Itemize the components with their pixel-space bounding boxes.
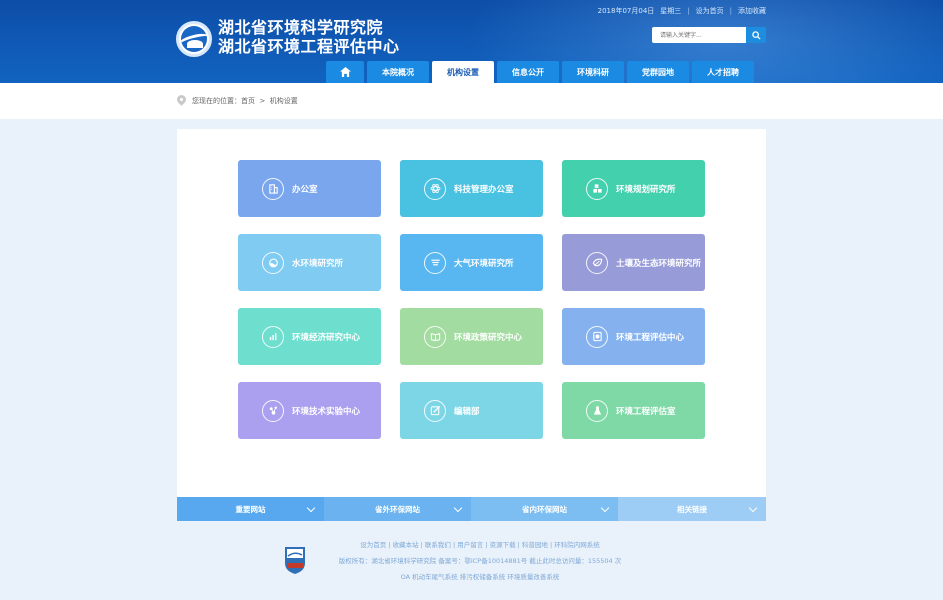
water-icon bbox=[262, 251, 284, 274]
site-title-line2: 湖北省环境工程评估中心 bbox=[218, 37, 400, 56]
flask-icon bbox=[586, 399, 608, 422]
top-utility-bar: 2018年07月04日 星期三 | 设为首页 | 添加收藏 bbox=[597, 6, 766, 16]
card-label: 编辑部 bbox=[454, 406, 480, 417]
breadcrumb-prefix: 您现在的位置： bbox=[192, 96, 241, 105]
card-tech-management[interactable]: 科技管理办公室 bbox=[400, 160, 543, 217]
leaf-icon bbox=[586, 251, 608, 274]
blocks-icon bbox=[586, 177, 608, 200]
footer-systems[interactable]: OA 机动车尾气系统 排污权储备系统 环境质量改善系统 bbox=[320, 569, 640, 585]
chevron-down-icon bbox=[453, 503, 463, 513]
main-nav: 本院概况 机构设置 信息公开 环境科研 党群园地 人才招聘 bbox=[326, 61, 754, 83]
current-date: 2018年07月04日 bbox=[597, 7, 655, 15]
nav-party[interactable]: 党群园地 bbox=[627, 61, 689, 83]
card-economics[interactable]: 环境经济研究中心 bbox=[238, 308, 381, 365]
nav-organization[interactable]: 机构设置 bbox=[432, 61, 494, 83]
site-title-line1: 湖北省环境科学研究院 bbox=[218, 18, 384, 37]
dropdown-label: 省内环保网站 bbox=[522, 504, 567, 514]
search-icon bbox=[751, 30, 761, 40]
nav-disclosure[interactable]: 信息公开 bbox=[497, 61, 559, 83]
card-label: 环境工程评估中心 bbox=[616, 332, 685, 343]
dropdown-label: 相关链接 bbox=[677, 504, 707, 514]
dropdown-related-links[interactable]: 相关链接 bbox=[618, 497, 766, 521]
card-label: 办公室 bbox=[292, 184, 318, 195]
card-policy[interactable]: 环境政策研究中心 bbox=[400, 308, 543, 365]
card-eng-assessment-office[interactable]: 环境工程评估室 bbox=[562, 382, 705, 439]
breadcrumb: 您现在的位置：首页 > 机构设置 bbox=[177, 95, 298, 106]
card-eng-assessment-center[interactable]: 环境工程评估中心 bbox=[562, 308, 705, 365]
department-grid: 办公室 科技管理办公室 环境规划研究所 水环境研究所 大气环境研究所 土壤及生态… bbox=[238, 160, 705, 439]
site-header: 湖北省环境科学研究院 湖北省环境工程评估中心 2018年07月04日 星期三 |… bbox=[0, 0, 943, 83]
footer-text: 设为首页 | 收藏本站 | 联系我们 | 用户留言 | 资源下载 | 科普园地 … bbox=[320, 537, 640, 585]
card-label: 环境政策研究中心 bbox=[454, 332, 523, 343]
wind-icon bbox=[424, 251, 446, 274]
breadcrumb-bar: 您现在的位置：首页 > 机构设置 bbox=[0, 83, 943, 119]
card-editorial[interactable]: 编辑部 bbox=[400, 382, 543, 439]
card-label: 水环境研究所 bbox=[292, 258, 344, 269]
breadcrumb-home-link[interactable]: 首页 bbox=[241, 97, 255, 105]
edit-icon bbox=[424, 399, 446, 422]
molecule-icon bbox=[262, 399, 284, 422]
nav-about[interactable]: 本院概况 bbox=[367, 61, 429, 83]
dropdown-important-sites[interactable]: 重要网站 bbox=[177, 497, 324, 521]
dropdown-label: 省外环保网站 bbox=[375, 504, 420, 514]
nav-home[interactable] bbox=[326, 61, 364, 83]
set-home-link[interactable]: 设为首页 bbox=[696, 6, 724, 16]
chevron-down-icon bbox=[748, 503, 758, 513]
footer-links[interactable]: 设为首页 | 收藏本站 | 联系我们 | 用户留言 | 资源下载 | 科普园地 … bbox=[320, 537, 640, 553]
search-input[interactable] bbox=[652, 27, 746, 43]
card-water[interactable]: 水环境研究所 bbox=[238, 234, 381, 291]
card-office[interactable]: 办公室 bbox=[238, 160, 381, 217]
add-favorite-link[interactable]: 添加收藏 bbox=[738, 6, 766, 16]
search-button[interactable] bbox=[746, 27, 766, 43]
card-technology-lab[interactable]: 环境技术实验中心 bbox=[238, 382, 381, 439]
chart-icon bbox=[262, 325, 284, 348]
search-box bbox=[652, 27, 766, 43]
current-weekday: 星期三 bbox=[660, 7, 682, 15]
card-label: 环境工程评估室 bbox=[616, 406, 676, 417]
card-soil-ecology[interactable]: 土壤及生态环境研究所 bbox=[562, 234, 705, 291]
atom-icon bbox=[424, 177, 446, 200]
location-pin-icon bbox=[177, 95, 186, 106]
card-label: 环境经济研究中心 bbox=[292, 332, 361, 343]
breadcrumb-separator: > bbox=[259, 96, 266, 105]
card-label: 环境规划研究所 bbox=[616, 184, 676, 195]
building-icon bbox=[262, 177, 284, 200]
card-label: 环境技术实验中心 bbox=[292, 406, 361, 417]
card-label: 土壤及生态环境研究所 bbox=[616, 258, 702, 269]
dropdown-label: 重要网站 bbox=[235, 504, 266, 514]
links-bar: 重要网站 省外环保网站 省内环保网站 相关链接 bbox=[177, 497, 766, 521]
chevron-down-icon bbox=[306, 503, 316, 513]
department-panel: 办公室 科技管理办公室 环境规划研究所 水环境研究所 大气环境研究所 土壤及生态… bbox=[177, 129, 766, 497]
site-title[interactable]: 湖北省环境科学研究院 湖北省环境工程评估中心 bbox=[218, 18, 400, 56]
card-atmosphere[interactable]: 大气环境研究所 bbox=[400, 234, 543, 291]
card-label: 科技管理办公室 bbox=[454, 184, 514, 195]
logo-emblem-icon[interactable] bbox=[176, 21, 212, 57]
card-label: 大气环境研究所 bbox=[454, 258, 514, 269]
nav-recruit[interactable]: 人才招聘 bbox=[692, 61, 754, 83]
dropdown-provincial-env-sites[interactable]: 省内环保网站 bbox=[471, 497, 618, 521]
badge-icon bbox=[586, 325, 608, 348]
footer-copyright: 版权所有：湖北省环境科学研究院 备案号：鄂ICP备10014881号 截止此时总… bbox=[338, 557, 622, 565]
dropdown-external-env-sites[interactable]: 省外环保网站 bbox=[324, 497, 471, 521]
card-planning[interactable]: 环境规划研究所 bbox=[562, 160, 705, 217]
chevron-down-icon bbox=[600, 503, 610, 513]
public-institution-badge-icon[interactable] bbox=[283, 545, 307, 575]
book-icon bbox=[424, 325, 446, 348]
site-footer: 设为首页 | 收藏本站 | 联系我们 | 用户留言 | 资源下载 | 科普园地 … bbox=[0, 521, 943, 600]
nav-research[interactable]: 环境科研 bbox=[562, 61, 624, 83]
home-icon bbox=[339, 67, 351, 77]
breadcrumb-current: 机构设置 bbox=[269, 96, 298, 105]
